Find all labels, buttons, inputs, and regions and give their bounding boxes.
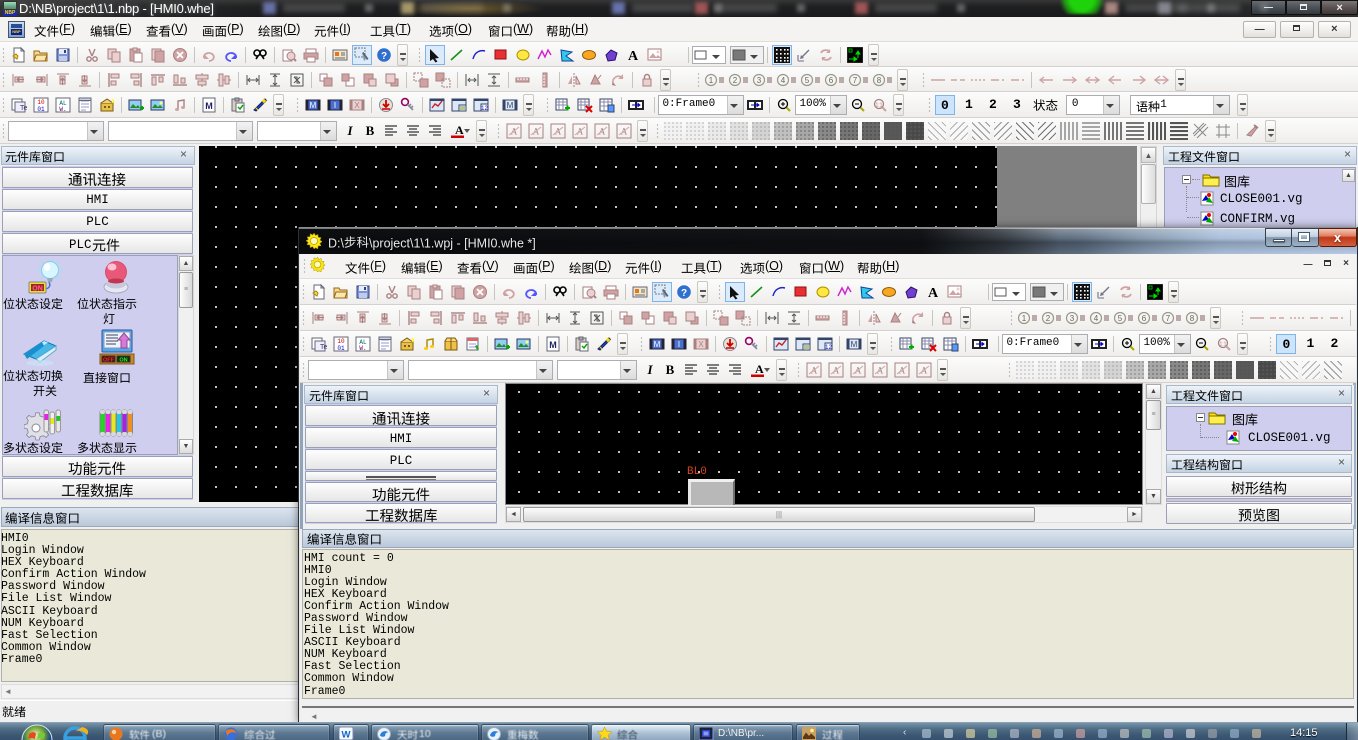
svg-text:A: A [899,366,906,376]
svg-text:W.: W. [59,106,66,113]
svg-text:W: W [342,730,351,740]
svg-text:4: 4 [1094,314,1099,323]
svg-text:A: A [628,49,639,63]
svg-text:3: 3 [1070,314,1075,323]
svg-text:A: A [621,127,628,137]
svg-text:I: I [334,101,336,110]
svg-text:01: 01 [337,345,345,352]
svg-text:10: 10 [37,99,45,106]
svg-text:M: M [310,101,317,110]
svg-text:A: A [577,127,584,137]
svg-text:7: 7 [853,76,858,85]
svg-text:8: 8 [877,76,882,85]
svg-text:1:1: 1:1 [876,103,883,109]
svg-text:5: 5 [1118,314,1123,323]
svg-text:M: M [507,101,514,110]
svg-text:A: A [455,123,464,137]
svg-text:1:1: 1:1 [1220,342,1227,348]
svg-text:M: M [205,101,213,111]
svg-text:OFF: OFF [103,358,115,364]
svg-text:7: 7 [1166,314,1171,323]
svg-text:A: A [533,127,540,137]
svg-text:8: 8 [1190,314,1195,323]
svg-text:A: A [921,366,928,376]
svg-text:2: 2 [733,76,738,85]
svg-text:I: I [678,340,680,349]
svg-text:W.: W. [359,345,366,352]
svg-text:5: 5 [805,76,810,85]
svg-text:M: M [851,340,858,349]
svg-text:Te: Te [20,105,27,112]
svg-text:4: 4 [781,76,786,85]
svg-text:A: A [928,286,939,300]
svg-text:12: 12 [825,345,832,351]
svg-text:A: A [855,366,862,376]
svg-text:Te: Te [320,344,327,351]
svg-text:2: 2 [1046,314,1051,323]
svg-text:01: 01 [37,106,45,113]
svg-text:X: X [698,340,704,349]
svg-text:ON: ON [32,286,43,293]
svg-text:10: 10 [337,338,345,345]
svg-text:A: A [877,366,884,376]
svg-text:3: 3 [757,76,762,85]
svg-text:X: X [354,101,360,110]
svg-text:6: 6 [1142,314,1147,323]
svg-text:A: A [833,366,840,376]
svg-text:M: M [654,340,661,349]
svg-text:1: 1 [709,76,714,85]
svg-text:A: A [811,366,818,376]
svg-text:?: ? [681,288,687,299]
svg-text:A: A [555,127,562,137]
svg-text:ON: ON [119,358,127,364]
svg-text:M: M [549,340,557,350]
svg-text:A: A [599,127,606,137]
svg-text:?: ? [381,51,387,62]
svg-text:6: 6 [829,76,834,85]
svg-text:12: 12 [481,106,488,112]
svg-text:1: 1 [1022,314,1027,323]
svg-text:A: A [755,362,764,376]
svg-text:A: A [511,127,518,137]
